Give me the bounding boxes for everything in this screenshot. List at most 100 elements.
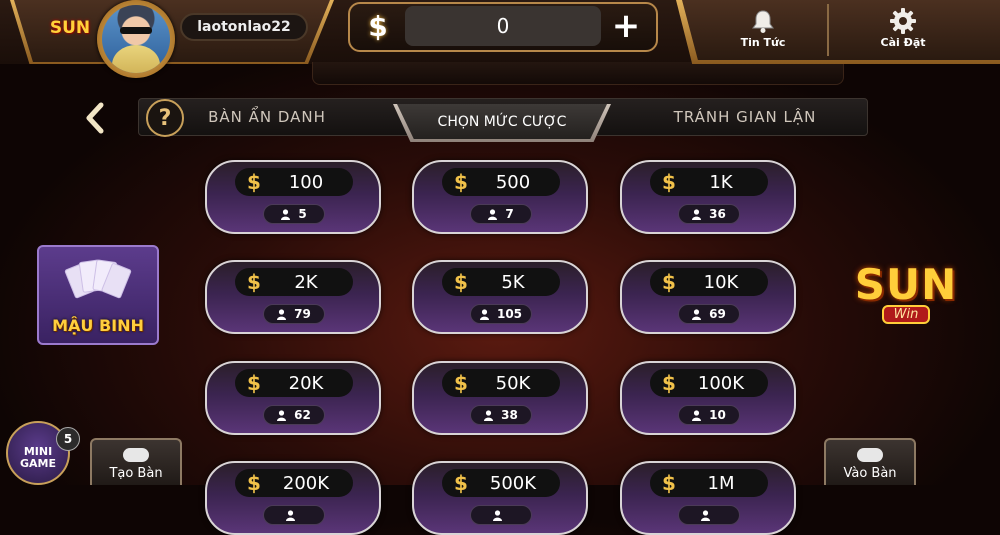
news-label: Tin Tức xyxy=(740,36,786,49)
dollar-icon: $ xyxy=(454,270,468,294)
player-count: 7 xyxy=(470,204,532,224)
brand-name: SUN xyxy=(854,260,958,309)
sunwin-logo: SUN Win xyxy=(836,240,976,344)
person-icon xyxy=(281,208,291,220)
person-icon xyxy=(277,409,287,421)
player-count xyxy=(263,505,325,525)
create-table-button[interactable]: Tạo Bàn xyxy=(90,438,182,485)
dollar-icon: $ xyxy=(247,471,261,495)
player-count: 5 xyxy=(263,204,325,224)
bet-amount: $500K xyxy=(442,469,560,497)
player-count-value: 62 xyxy=(294,408,311,422)
bet-amount: $200K xyxy=(235,469,353,497)
username: laotonlao22 xyxy=(180,13,308,41)
person-icon xyxy=(277,308,287,320)
mask-icon xyxy=(123,448,149,462)
dollar-icon: $ xyxy=(454,471,468,495)
join-table-button[interactable]: Vào Bàn xyxy=(824,438,916,485)
news-button[interactable]: Tin Tức xyxy=(713,6,813,56)
person-icon xyxy=(492,509,502,521)
avatar[interactable] xyxy=(97,0,175,78)
settings-button[interactable]: Cài Đặt xyxy=(853,6,953,56)
bet-level-card[interactable]: $100K 10 xyxy=(620,361,796,435)
bet-value: 500K xyxy=(489,472,537,494)
dollar-icon: $ xyxy=(454,371,468,395)
brand-sub: Win xyxy=(881,305,931,324)
avatar-image xyxy=(102,5,170,73)
dollar-icon: $ xyxy=(247,371,261,395)
help-button[interactable]: ? xyxy=(146,99,184,137)
bet-level-card[interactable]: $2K 79 xyxy=(205,260,381,334)
dollar-icon: $ xyxy=(662,371,676,395)
bet-value: 100 xyxy=(288,171,324,193)
bet-amount: $1K xyxy=(650,168,768,196)
tab-anonymous-table[interactable]: BÀN ẨN DANH xyxy=(194,98,340,136)
back-button[interactable] xyxy=(80,100,110,136)
player-count-value: 105 xyxy=(496,307,523,321)
cards-icon xyxy=(64,259,132,299)
chevron-left-icon xyxy=(86,102,104,134)
bet-level-card[interactable]: $50K 38 xyxy=(412,361,588,435)
bet-level-card[interactable]: $10K 69 xyxy=(620,260,796,334)
player-count: 69 xyxy=(678,304,740,324)
person-icon xyxy=(692,409,702,421)
bet-value: 1M xyxy=(707,472,735,494)
tab-choose-bet[interactable]: CHỌN MỨC CƯỢC xyxy=(397,104,607,139)
bet-level-card[interactable]: $200K xyxy=(205,461,381,535)
bet-amount: $500 xyxy=(442,168,560,196)
player-count-value: 36 xyxy=(709,207,726,221)
player-count-value: 5 xyxy=(298,207,307,221)
app-logo[interactable]: SUN xyxy=(44,6,96,50)
player-count: 79 xyxy=(263,304,325,324)
divider xyxy=(827,4,829,56)
bet-amount: $100 xyxy=(235,168,353,196)
player-count-value: 7 xyxy=(505,207,514,221)
coin-dollar-icon: $ xyxy=(368,9,388,43)
bet-amount: $20K xyxy=(235,369,353,397)
coin-balance: 0 xyxy=(405,6,601,46)
player-count-value: 69 xyxy=(709,307,726,321)
bet-level-card[interactable]: $5K 105 xyxy=(412,260,588,334)
bell-icon xyxy=(750,6,776,36)
mini-game-badge: 5 xyxy=(56,427,80,451)
bet-value: 2K xyxy=(294,271,318,293)
dollar-icon: $ xyxy=(454,170,468,194)
person-icon xyxy=(700,509,710,521)
person-icon xyxy=(479,308,489,320)
person-icon xyxy=(488,208,498,220)
bet-amount: $50K xyxy=(442,369,560,397)
dollar-icon: $ xyxy=(662,471,676,495)
game-card-mau-binh: MẬU BINH xyxy=(37,245,159,345)
bet-amount: $1M xyxy=(650,469,768,497)
top-shelf xyxy=(312,62,844,85)
add-coins-button[interactable]: + xyxy=(608,8,644,44)
bet-level-card[interactable]: $100 5 xyxy=(205,160,381,234)
bet-amount: $5K xyxy=(442,268,560,296)
bet-level-card[interactable]: $500K xyxy=(412,461,588,535)
person-icon xyxy=(285,509,295,521)
player-count: 10 xyxy=(678,405,740,425)
dollar-icon: $ xyxy=(662,270,676,294)
dollar-icon: $ xyxy=(247,170,261,194)
bet-amount: $100K xyxy=(650,369,768,397)
bet-level-card[interactable]: $20K 62 xyxy=(205,361,381,435)
player-count xyxy=(678,505,740,525)
bet-level-card[interactable]: $1M xyxy=(620,461,796,535)
dollar-icon: $ xyxy=(662,170,676,194)
dollar-icon: $ xyxy=(247,270,261,294)
player-count-value: 38 xyxy=(501,408,518,422)
tab-anti-cheat[interactable]: TRÁNH GIAN LẬN xyxy=(640,98,850,136)
player-count xyxy=(470,505,532,525)
settings-label: Cài Đặt xyxy=(880,36,926,49)
bet-level-card[interactable]: $1K 36 xyxy=(620,160,796,234)
bet-value: 50K xyxy=(495,372,531,394)
bet-level-card[interactable]: $500 7 xyxy=(412,160,588,234)
bet-value: 1K xyxy=(709,171,733,193)
person-icon xyxy=(692,308,702,320)
player-count-value: 79 xyxy=(294,307,311,321)
bet-value: 100K xyxy=(697,372,745,394)
mask-icon xyxy=(857,448,883,462)
bet-amount: $10K xyxy=(650,268,768,296)
bet-value: 200K xyxy=(282,472,330,494)
bet-amount: $2K xyxy=(235,268,353,296)
